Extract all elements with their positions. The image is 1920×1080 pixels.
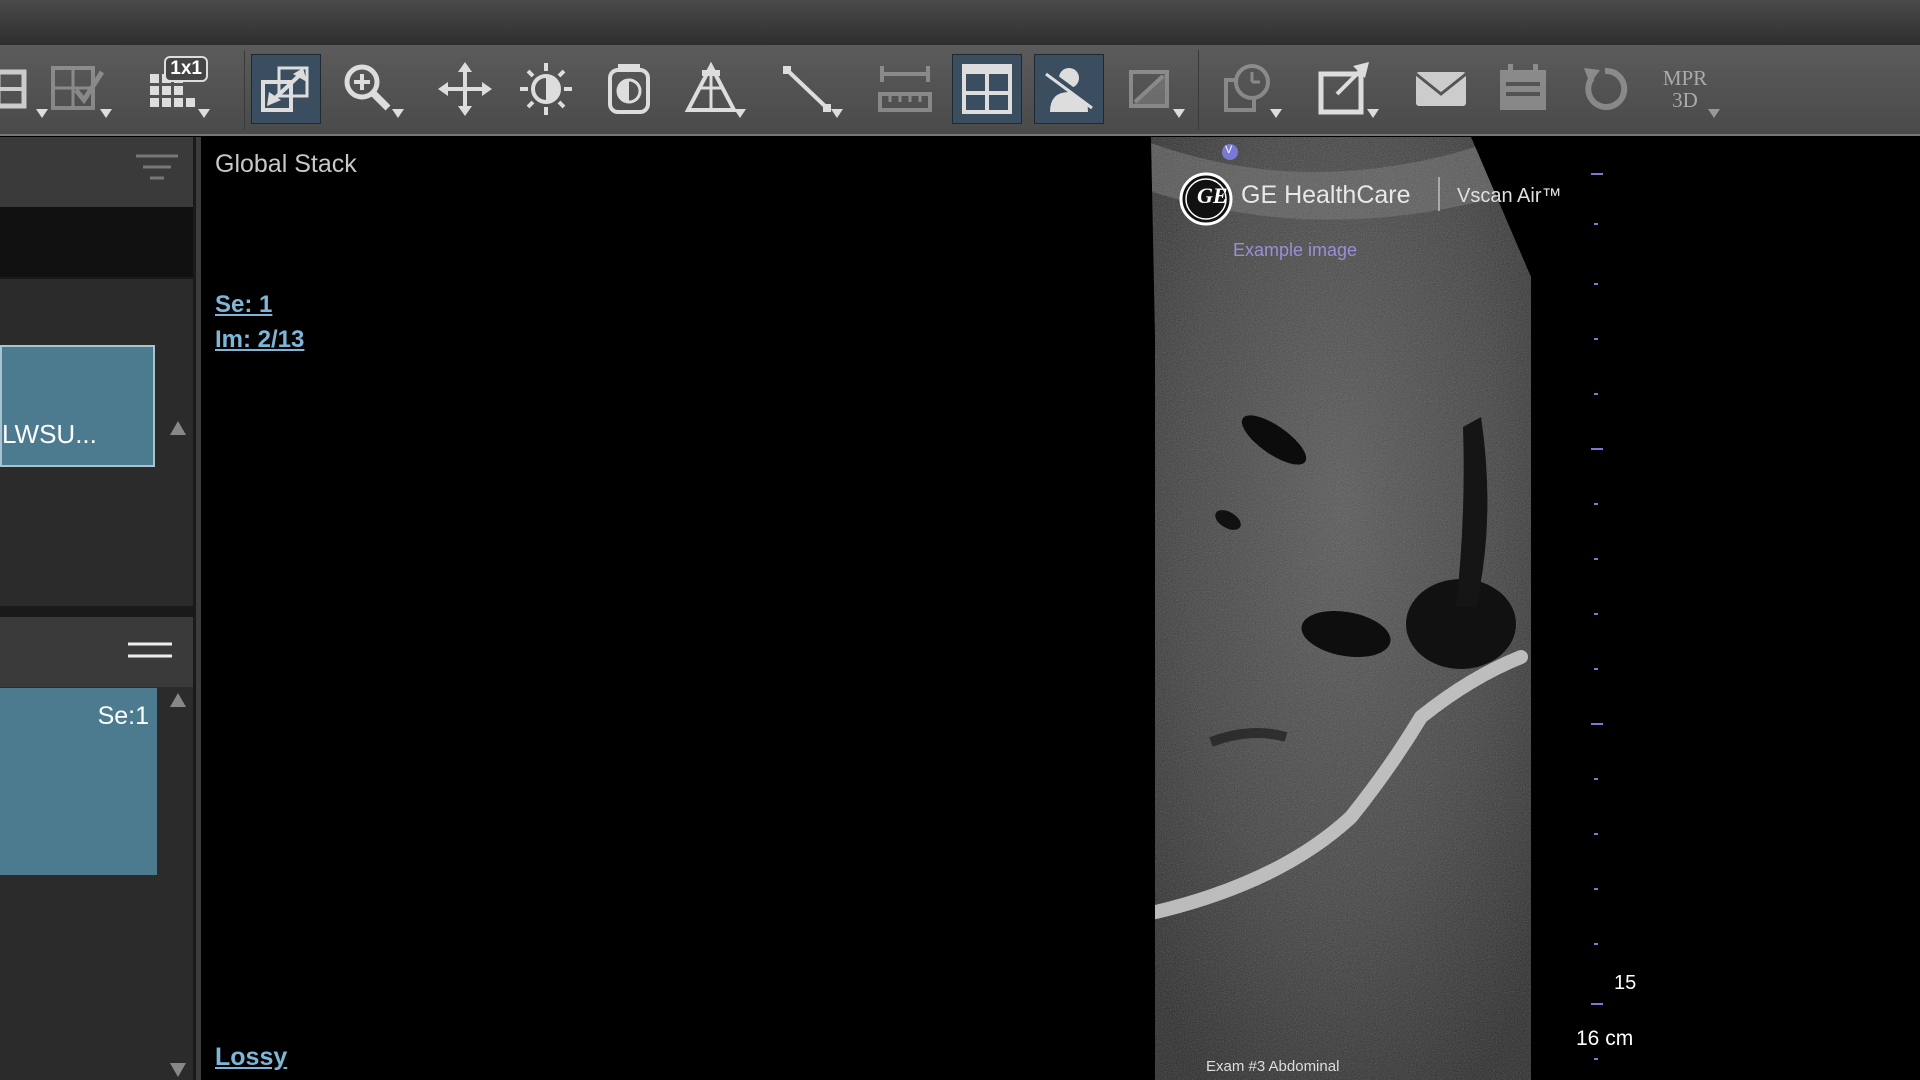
contrast-icon[interactable] [594, 54, 664, 124]
lossy-link[interactable]: Lossy [215, 1043, 287, 1072]
line-icon[interactable] [773, 54, 843, 124]
tile-window-icon[interactable] [952, 54, 1022, 124]
scroll-up-icon[interactable] [170, 693, 186, 707]
brand-label: GE HealthCare [1241, 181, 1411, 209]
toolbar-separator [1198, 50, 1199, 130]
layout-icon[interactable] [0, 54, 48, 124]
toolbar-separator [244, 50, 245, 130]
series-link[interactable]: Se: 1 [215, 291, 272, 319]
study-item-label: LWSU... [2, 419, 97, 449]
hidden-person-icon[interactable] [1034, 54, 1104, 124]
ge-logo-icon: GE [1197, 183, 1228, 208]
resize-arrows-icon[interactable] [251, 54, 321, 124]
envelope-icon[interactable] [1406, 54, 1476, 124]
scroll-up-icon[interactable] [170, 421, 186, 435]
exam-label: Exam #3 Abdominal [1206, 1058, 1340, 1075]
depth-tick-label: 15 [1614, 972, 1637, 994]
scroll-down-icon[interactable] [170, 1063, 186, 1077]
sidebar: LWSU... Se:1 [0, 137, 197, 1080]
viewport-title: Global Stack [215, 150, 357, 178]
orientation-marker: V [1225, 144, 1233, 156]
sidebar-filter-area [0, 207, 193, 277]
mpr-3d-button[interactable]: MPR 3D [1650, 54, 1720, 124]
image-index-link[interactable]: Im: 2/13 [215, 326, 304, 354]
calendar-icon[interactable] [1488, 54, 1558, 124]
filter-icon[interactable] [136, 153, 178, 183]
clock-stack-icon[interactable] [1212, 54, 1282, 124]
ultrasound-image [1151, 137, 1603, 1080]
image-edit-icon[interactable] [1115, 54, 1185, 124]
magnifier-icon[interactable] [334, 54, 404, 124]
menu-icon[interactable] [128, 641, 172, 661]
brand-divider [1438, 177, 1440, 211]
sun-icon[interactable] [511, 54, 581, 124]
move-arrows-icon[interactable] [430, 54, 500, 124]
sidebar-header [0, 137, 193, 207]
triangle-mesh-icon[interactable] [676, 54, 746, 124]
ruler-icon[interactable] [870, 54, 940, 124]
title-bar [0, 0, 1920, 45]
reset-icon[interactable] [1570, 54, 1640, 124]
depth-label: 16 cm [1576, 1027, 1634, 1050]
series-thumbnail-label: Se:1 [97, 702, 149, 730]
toolbar: 1x1 MPR 3D [0, 45, 1920, 136]
checked-grid-icon[interactable] [42, 54, 112, 124]
3d-label: 3D [1672, 88, 1698, 112]
series-panel-header [0, 617, 193, 687]
grid-badge: 1x1 [164, 56, 208, 82]
series-thumbnail[interactable]: Se:1 [0, 688, 157, 875]
mpr-label: MPR [1662, 66, 1708, 90]
study-item[interactable]: LWSU... [0, 345, 155, 467]
export-icon[interactable] [1309, 54, 1379, 124]
image-viewport[interactable]: Global Stack Se: 1 Im: 2/13 Lossy V GE G… [201, 137, 1920, 1080]
example-image-label: Example image [1233, 240, 1358, 260]
grid-icon[interactable]: 1x1 [140, 54, 210, 124]
product-label: Vscan Air™ [1457, 185, 1562, 207]
